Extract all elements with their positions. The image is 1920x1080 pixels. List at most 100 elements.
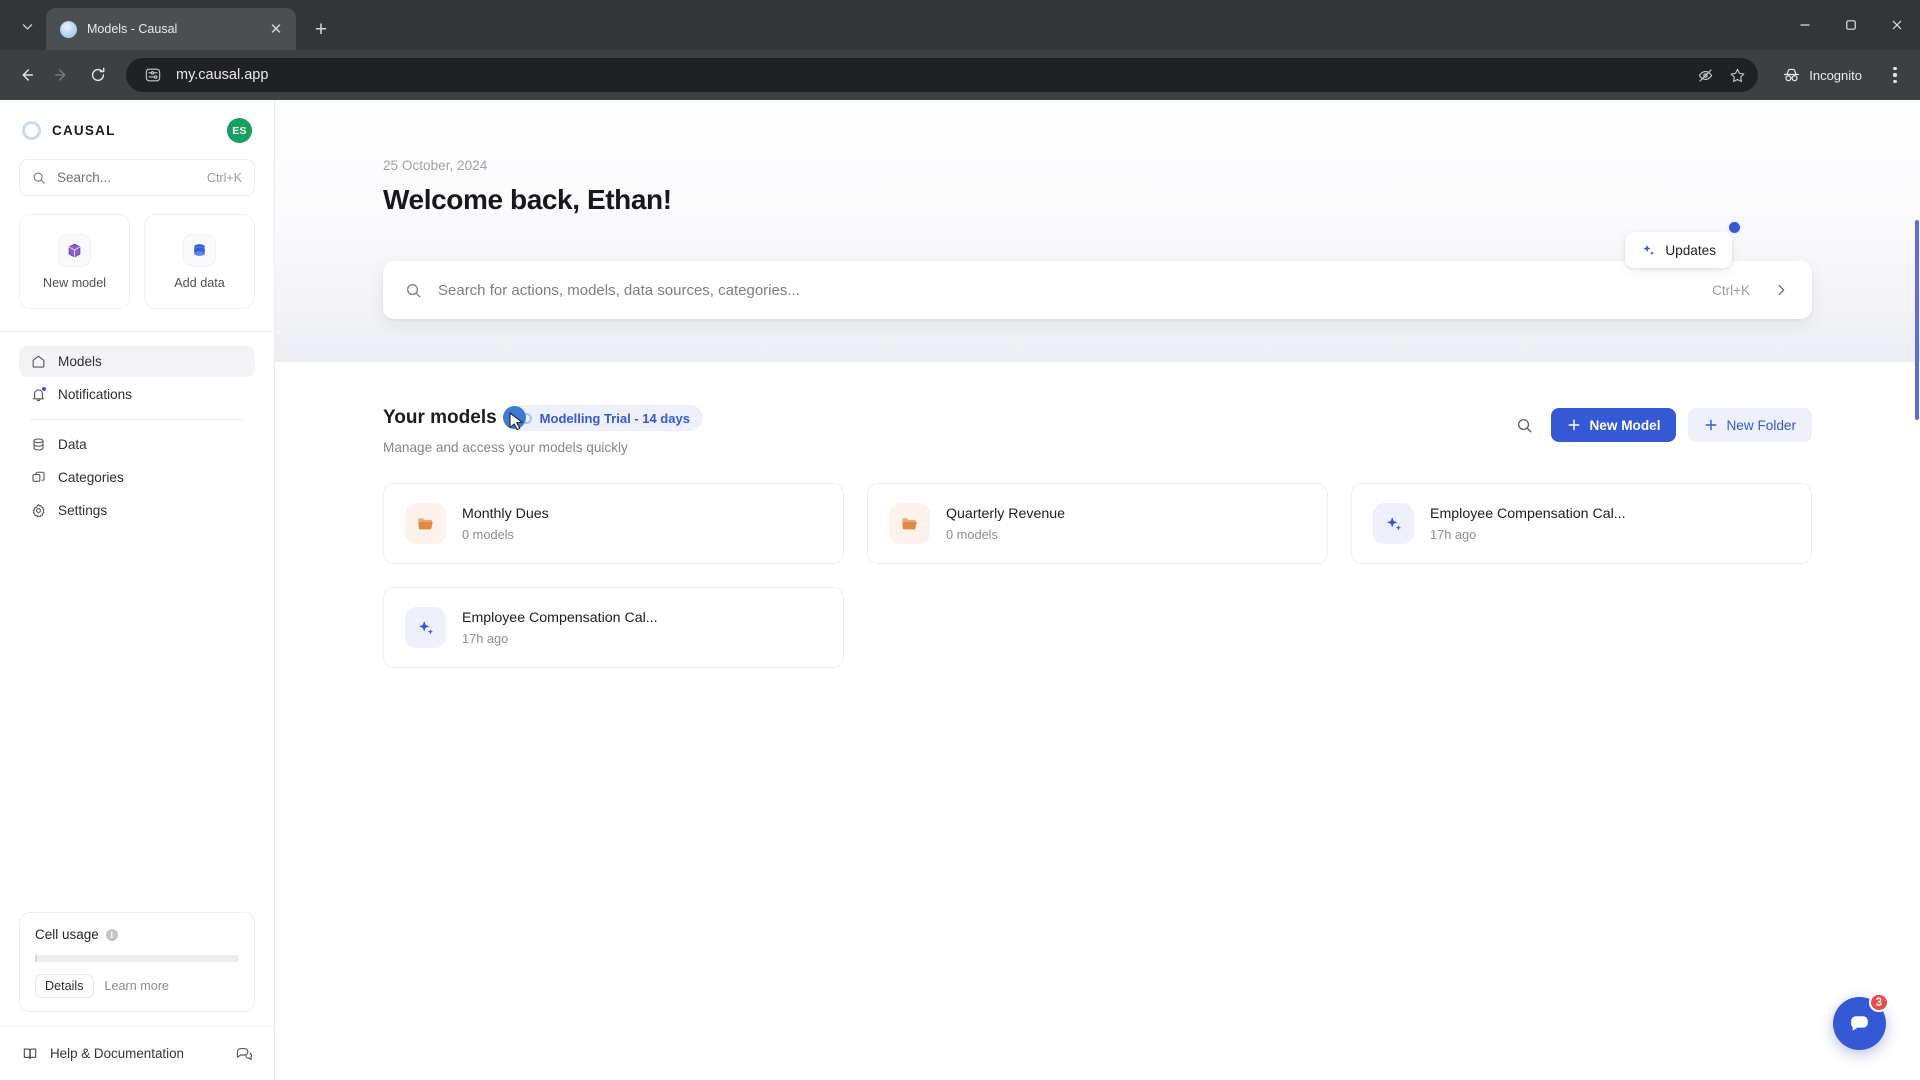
model-card-text: Employee Compensation Cal... 17h ago xyxy=(462,610,658,646)
new-folder-label: New Folder xyxy=(1726,417,1796,433)
cell-usage-actions: Details Learn more xyxy=(35,974,239,998)
hide-password-icon[interactable] xyxy=(1692,62,1718,88)
sparkle-icon xyxy=(1373,503,1414,544)
models-section-heading: Your models Modelling Trial - 14 days Ma… xyxy=(383,405,703,455)
chat-unread-count: 3 xyxy=(1868,993,1889,1012)
new-folder-button[interactable]: New Folder xyxy=(1688,408,1812,442)
scrollbar[interactable] xyxy=(1915,100,1920,1080)
browser-toolbar: my.causal.app Incognito xyxy=(0,50,1920,100)
close-icon[interactable]: ✕ xyxy=(266,19,286,39)
global-search-input[interactable]: Search for actions, models, data sources… xyxy=(383,261,1812,319)
browser-menu-button[interactable] xyxy=(1880,59,1910,91)
window-controls xyxy=(1782,0,1920,50)
help-documentation-item[interactable]: Help & Documentation xyxy=(22,1046,184,1062)
model-card-text: Monthly Dues 0 models xyxy=(462,506,549,542)
sidebar-item-notifications[interactable]: Notifications xyxy=(19,379,255,410)
chevron-right-icon[interactable] xyxy=(1766,275,1796,305)
new-model-button[interactable]: New Model xyxy=(1551,408,1677,442)
database-icon xyxy=(30,437,46,453)
scrollbar-thumb[interactable] xyxy=(1915,220,1919,420)
main-content: 25 October, 2024 Welcome back, Ethan! Up… xyxy=(275,100,1920,1080)
minimize-icon[interactable] xyxy=(1782,0,1828,50)
model-card[interactable]: Quarterly Revenue 0 models xyxy=(867,483,1328,564)
models-search-icon[interactable] xyxy=(1509,410,1539,440)
browser-tab[interactable]: Models - Causal ✕ xyxy=(46,8,296,50)
window-close-icon[interactable] xyxy=(1874,0,1920,50)
brand-name: CAUSAL xyxy=(52,123,116,138)
model-card-subtitle: 17h ago xyxy=(462,630,509,646)
support-chat-button[interactable]: 3 xyxy=(1833,993,1889,1050)
site-settings-icon[interactable] xyxy=(140,62,166,88)
forward-arrow-icon[interactable] xyxy=(46,59,78,91)
chat-bubble-icon xyxy=(1851,1016,1868,1031)
new-tab-button[interactable]: + xyxy=(304,12,338,46)
page-content: CAUSAL ES Search... Ctrl+K New model Add… xyxy=(0,100,1920,1080)
search-icon xyxy=(33,171,45,184)
new-model-quick-card[interactable]: New model xyxy=(19,214,130,309)
folder-icon xyxy=(405,503,446,544)
model-card[interactable]: Employee Compensation Cal... 17h ago xyxy=(1351,483,1812,564)
models-section-header: Your models Modelling Trial - 14 days Ma… xyxy=(383,405,1812,455)
home-icon xyxy=(30,354,46,370)
cell-usage-title: Cell usage xyxy=(35,927,99,942)
sidebar-item-settings[interactable]: Settings xyxy=(19,495,255,526)
gear-icon xyxy=(30,503,46,519)
mouse-cursor-icon xyxy=(509,412,523,431)
trial-badge[interactable]: Modelling Trial - 14 days xyxy=(507,405,703,431)
reload-icon[interactable] xyxy=(82,59,114,91)
cube-icon xyxy=(58,233,91,267)
sidebar-item-categories[interactable]: Categories xyxy=(19,462,255,493)
maximize-icon[interactable] xyxy=(1828,0,1874,50)
incognito-indicator[interactable]: Incognito xyxy=(1774,59,1874,91)
feedback-chat-icon[interactable] xyxy=(235,1045,252,1062)
models-section-actions: New Model New Folder xyxy=(1509,405,1812,442)
sidebar-item-models[interactable]: Models xyxy=(19,346,255,377)
layers-icon xyxy=(30,470,46,486)
info-icon[interactable]: i xyxy=(105,928,118,941)
model-card-text: Quarterly Revenue 0 models xyxy=(946,506,1065,542)
cell-usage-panel: Cell usage i Details Learn more xyxy=(19,912,255,1012)
current-date: 25 October, 2024 xyxy=(383,158,488,173)
sidebar-item-models-label: Models xyxy=(58,354,102,369)
incognito-label: Incognito xyxy=(1809,67,1862,83)
models-title-row: Your models Modelling Trial - 14 days xyxy=(383,405,703,431)
bell-icon xyxy=(30,385,47,403)
add-data-quick-card[interactable]: Add data xyxy=(144,214,255,309)
quick-actions: New model Add data xyxy=(19,214,255,309)
updates-button[interactable]: Updates xyxy=(1625,232,1732,268)
details-button[interactable]: Details xyxy=(35,974,94,998)
tab-title: Models - Causal xyxy=(87,22,178,36)
database-icon xyxy=(183,233,216,267)
brand[interactable]: CAUSAL xyxy=(22,121,116,140)
model-card-subtitle: 0 models xyxy=(462,526,514,542)
global-search-placeholder: Search for actions, models, data sources… xyxy=(438,281,800,299)
sidebar-nav: Models Notifications Data Categories Set… xyxy=(0,332,274,528)
cell-usage-header: Cell usage i xyxy=(35,927,239,942)
model-card-title: Quarterly Revenue xyxy=(946,505,1066,522)
address-bar[interactable]: my.causal.app xyxy=(126,58,1759,92)
notification-dot xyxy=(41,385,47,392)
tab-search-button[interactable] xyxy=(8,7,46,45)
models-section-title: Your models xyxy=(383,407,497,428)
updates-badge xyxy=(1727,220,1742,235)
model-card-title: Monthly Dues xyxy=(462,505,549,522)
models-grid: Monthly Dues 0 models Quarterly Revenue … xyxy=(383,483,1812,668)
folder-icon xyxy=(889,503,930,544)
model-card[interactable]: Employee Compensation Cal... 17h ago xyxy=(383,587,844,668)
learn-more-link[interactable]: Learn more xyxy=(100,975,174,997)
browser-window: Models - Causal ✕ + my.causal.app Incogn… xyxy=(0,0,1920,1080)
bookmark-star-icon[interactable] xyxy=(1724,62,1750,88)
back-arrow-icon[interactable] xyxy=(10,59,42,91)
model-card[interactable]: Monthly Dues 0 models xyxy=(383,483,844,564)
help-documentation-label: Help & Documentation xyxy=(50,1046,184,1061)
avatar[interactable]: ES xyxy=(227,118,252,143)
url-text: my.causal.app xyxy=(176,67,269,83)
sidebar-search-input[interactable]: Search... Ctrl+K xyxy=(19,159,255,196)
sidebar-item-data[interactable]: Data xyxy=(19,429,255,460)
tab-favicon-icon xyxy=(60,20,77,38)
sidebar-search-shortcut: Ctrl+K xyxy=(206,170,242,185)
global-search-shortcut: Ctrl+K xyxy=(1712,282,1750,298)
sidebar-item-settings-label: Settings xyxy=(58,503,108,518)
sidebar-search-placeholder: Search... xyxy=(57,170,112,185)
